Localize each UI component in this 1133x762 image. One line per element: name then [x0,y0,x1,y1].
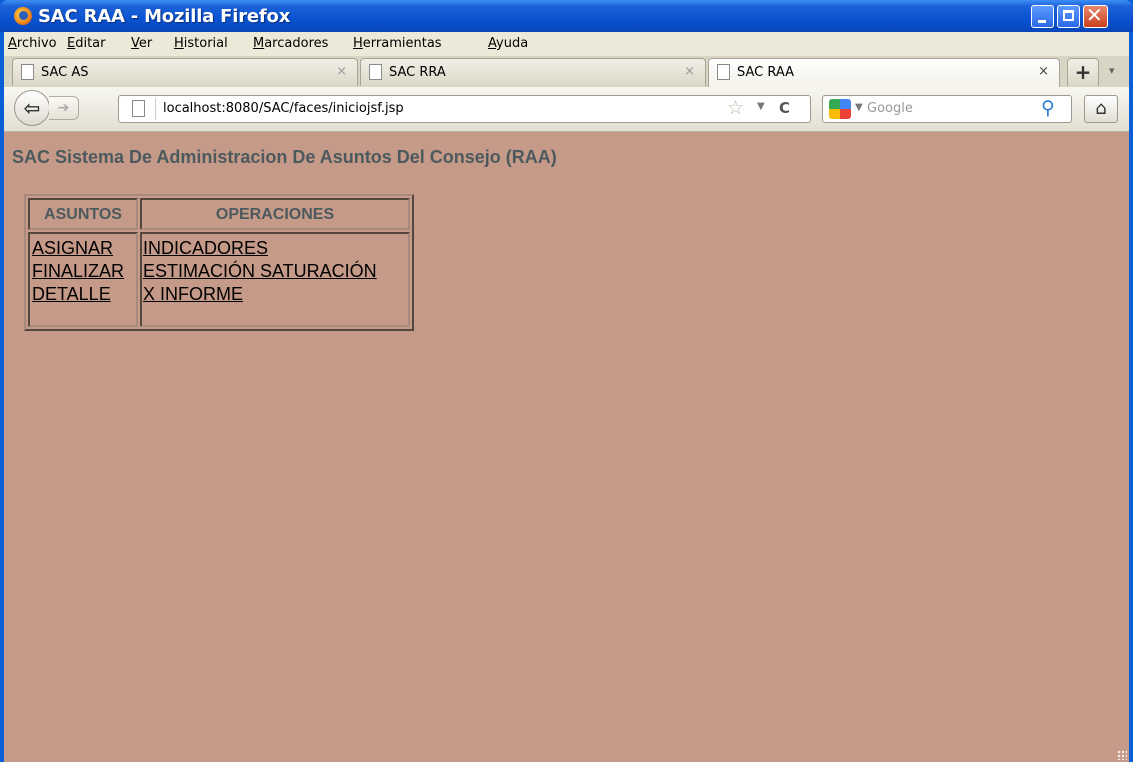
resize-grip[interactable] [1117,750,1127,760]
tab-sac-rra[interactable]: SAC RRA × [360,58,706,86]
tab-sac-as[interactable]: SAC AS × [12,58,358,86]
url-text[interactable]: localhost:8080/SAC/faces/iniciojsf.jsp [163,101,404,116]
menu-archivo-label: rchivo [16,36,57,51]
menu-ayuda-accel: A [488,36,497,51]
header-operaciones: OPERACIONES [140,198,410,230]
engine-dropdown-icon[interactable]: ▼ [855,102,863,113]
reload-icon[interactable]: C [779,99,790,117]
tab-label: SAC AS [41,65,89,80]
tab-label: SAC RRA [389,65,446,80]
navigation-toolbar: ⇦ ➔ localhost:8080/SAC/faces/iniciojsf.j… [4,87,1129,132]
page-icon [21,64,34,80]
minimize-icon [1038,20,1046,23]
page-icon [369,64,382,80]
tab-bar: SAC AS × SAC RRA × SAC RAA × + ▾ [4,56,1129,88]
operaciones-cell: INDICADORES ESTIMACIÓN SATURACIÓN X INFO… [140,232,410,327]
close-button[interactable]: ✕ [1083,3,1108,28]
menu-marcadores-label: arcadores [264,36,329,51]
menu-herramientas-label: erramientas [362,36,442,51]
page-title: SAC Sistema De Administracion De Asuntos… [12,147,557,167]
link-indicadores[interactable]: INDICADORES [143,237,408,260]
menu-bar: Archivo Editar Ver Historial Marcadores … [4,32,1129,56]
address-bar[interactable]: localhost:8080/SAC/faces/iniciojsf.jsp ☆… [118,95,811,123]
tab-close-icon[interactable]: × [684,64,695,79]
menu-ver-accel: V [131,36,139,51]
title-bar[interactable]: SAC RAA - Mozilla Firefox ✕ [0,0,1133,32]
menu-historial-accel: H [174,36,184,51]
forward-button[interactable]: ➔ [49,96,79,120]
bookmark-star-icon[interactable]: ☆ [727,97,744,119]
link-estimacion-saturacion[interactable]: ESTIMACIÓN SATURACIÓN [143,260,408,283]
tab-close-icon[interactable]: × [336,64,347,79]
search-magnifier-icon[interactable]: ⚲ [1041,97,1055,119]
new-tab-button[interactable]: + [1067,58,1099,86]
page-content: SAC Sistema De Administracion De Asuntos… [4,132,1129,762]
page-icon [132,100,145,117]
menu-historial-label: istorial [183,36,228,51]
menu-herramientas-accel: H [353,36,363,51]
browser-window: SAC RAA - Mozilla Firefox ✕ Archivo Edit… [0,0,1133,762]
menu-editar[interactable]: Editar [67,36,106,51]
history-dropdown-icon[interactable]: ▼ [757,101,765,112]
menu-ver[interactable]: Ver [131,36,152,51]
menu-editar-label: ditar [75,36,106,51]
browser-chrome: Archivo Editar Ver Historial Marcadores … [4,32,1129,762]
menu-marcadores-accel: M [253,36,265,51]
search-input[interactable]: Google [867,101,913,116]
tab-close-icon[interactable]: × [1038,64,1049,79]
menu-historial[interactable]: Historial [174,36,228,51]
menu-ver-label: er [138,36,153,51]
minimize-button[interactable] [1031,5,1054,28]
tab-label: SAC RAA [737,65,795,80]
maximize-icon [1063,10,1074,21]
site-identity-button[interactable] [121,98,156,120]
window-title: SAC RAA - Mozilla Firefox [38,6,291,27]
home-button[interactable]: ⌂ [1084,95,1118,123]
menu-ayuda-label: yuda [496,36,529,51]
back-arrow-icon: ⇦ [23,96,41,120]
header-asuntos: ASUNTOS [28,198,138,230]
menu-table: ASUNTOS OPERACIONES ASIGNAR FINALIZAR DE… [24,194,414,331]
page-icon [717,64,730,80]
tab-list-dropdown-icon[interactable]: ▾ [1109,64,1115,77]
link-x-informe[interactable]: X INFORME [143,283,408,306]
home-icon: ⌂ [1095,98,1107,119]
search-bar[interactable]: ▼ Google ⚲ [822,95,1072,123]
menu-editar-accel: E [67,36,76,51]
link-finalizar[interactable]: FINALIZAR [32,260,136,283]
menu-archivo-accel: A [8,36,17,51]
link-detalle[interactable]: DETALLE [32,283,136,306]
close-icon: ✕ [1086,3,1103,27]
tab-sac-raa[interactable]: SAC RAA × [708,58,1060,88]
menu-herramientas[interactable]: Herramientas [353,36,442,51]
forward-arrow-icon: ➔ [57,100,70,116]
firefox-logo-icon [14,7,32,25]
asuntos-cell: ASIGNAR FINALIZAR DETALLE [28,232,138,327]
google-engine-icon[interactable] [829,99,851,119]
menu-ayuda[interactable]: Ayuda [488,36,528,51]
link-asignar[interactable]: ASIGNAR [32,237,136,260]
menu-marcadores[interactable]: Marcadores [253,36,328,51]
maximize-button[interactable] [1057,5,1080,28]
menu-archivo[interactable]: Archivo [8,36,57,51]
back-button[interactable]: ⇦ [14,90,50,126]
